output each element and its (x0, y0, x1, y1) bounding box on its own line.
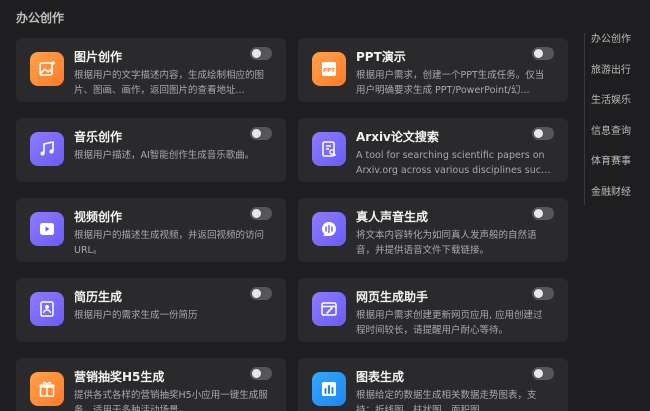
card-title: PPT演示 (356, 50, 406, 64)
enable-toggle[interactable] (250, 287, 272, 300)
side-nav-item-office[interactable]: 办公创作 (591, 33, 631, 64)
gift-icon (30, 372, 64, 406)
enable-toggle[interactable] (532, 367, 554, 380)
enable-toggle[interactable] (532, 207, 554, 220)
card-title: 图表生成 (356, 370, 405, 384)
plugin-card-webpage[interactable]: 网页生成助手 根据用户需求创建更新网页应用, 应用创建过程时间较长，请提醒用户耐… (298, 278, 568, 342)
plugin-card-chart[interactable]: 图表生成 根据给定的数据生成相关数据走势图表，支持：折线图、柱状图、面积图 (298, 358, 568, 411)
enable-toggle[interactable] (532, 47, 554, 60)
resume-icon (30, 292, 64, 326)
enable-toggle[interactable] (250, 367, 272, 380)
plugin-card-music[interactable]: 音乐创作 根据用户描述，AI智能创作生成音乐歌曲。 (16, 118, 286, 182)
card-desc: 根据用户描述，AI智能创作生成音乐歌曲。 (74, 150, 255, 161)
enable-toggle[interactable] (250, 47, 272, 60)
side-nav-item-sports[interactable]: 体育赛事 (591, 155, 631, 186)
bar-chart-icon (312, 372, 346, 406)
card-desc: 根据用户的需求生成一份简历 (74, 310, 198, 321)
section-title: 办公创作 (16, 11, 65, 25)
enable-toggle[interactable] (532, 287, 554, 300)
enable-toggle[interactable] (532, 127, 554, 140)
card-title: 简历生成 (74, 290, 123, 304)
card-desc: A tool for searching scientific papers o… (356, 150, 548, 176)
plugin-card-image[interactable]: 图片创作 根据用户的文字描述内容，生成绘制相应的图片、图画、画作，返回图片的查看… (16, 38, 286, 102)
card-desc: 根据用户的文字描述内容，生成绘制相应的图片、图画、画作，返回图片的查看地址... (74, 70, 265, 96)
card-title: 音乐创作 (74, 130, 123, 144)
card-desc: 提供各式各样的营销抽奖H5小应用一键生成服务，适用于多种活动场景。 (74, 390, 268, 411)
music-note-icon (30, 132, 64, 166)
category-side-nav: 办公创作 旅游出行 生活娱乐 信息查询 体育赛事 金融财经 (584, 33, 631, 205)
card-title: Arxiv论文搜索 (356, 130, 439, 144)
plugin-card-voice[interactable]: 真人声音生成 将文本内容转化为如同真人发声般的自然语音，并提供语音文件下载链接。 (298, 198, 568, 262)
card-title: 视频创作 (74, 210, 123, 224)
webpage-edit-icon (312, 292, 346, 326)
image-create-icon (30, 52, 64, 86)
card-title: 营销抽奖H5生成 (74, 370, 165, 384)
plugin-card-arxiv[interactable]: Arxiv论文搜索 A tool for searching scientifi… (298, 118, 568, 182)
card-title: 网页生成助手 (356, 290, 429, 304)
side-nav-item-finance[interactable]: 金融财经 (591, 186, 631, 217)
enable-toggle[interactable] (250, 127, 272, 140)
side-nav-item-life[interactable]: 生活娱乐 (591, 94, 631, 125)
enable-toggle[interactable] (250, 207, 272, 220)
plugin-grid: 图片创作 根据用户的文字描述内容，生成绘制相应的图片、图画、画作，返回图片的查看… (16, 38, 570, 411)
ppt-icon-label: PPT (323, 68, 335, 74)
card-title: 真人声音生成 (356, 210, 429, 224)
side-nav-item-info[interactable]: 信息查询 (591, 125, 631, 156)
voice-wave-icon (312, 212, 346, 246)
paper-search-icon (312, 132, 346, 166)
plugin-card-lottery[interactable]: 营销抽奖H5生成 提供各式各样的营销抽奖H5小应用一键生成服务，适用于多种活动场… (16, 358, 286, 411)
side-nav-item-travel[interactable]: 旅游出行 (591, 64, 631, 95)
card-desc: 将文本内容转化为如同真人发声般的自然语音，并提供语音文件下载链接。 (356, 230, 537, 256)
card-desc: 根据用户需求，创建一个PPT生成任务。仅当用户明确要求生成 PPT/PowerP… (356, 70, 545, 96)
ppt-icon: PPT (312, 52, 346, 86)
card-desc: 根据用户需求创建更新网页应用, 应用创建过程时间较长，请提醒用户耐心等待。 (356, 310, 543, 336)
plugin-page: 办公创作 图片创作 根据用户的文字描述内容，生成绘制相应的图片、图画、画作，返回… (0, 0, 650, 411)
video-play-icon (30, 212, 64, 246)
plugin-card-resume[interactable]: 简历生成 根据用户的需求生成一份简历 (16, 278, 286, 342)
card-desc: 根据用户的描述生成视频，并返回视频的访问URL。 (74, 230, 265, 256)
card-title: 图片创作 (74, 50, 123, 64)
plugin-card-video[interactable]: 视频创作 根据用户的描述生成视频，并返回视频的访问URL。 (16, 198, 286, 262)
card-desc: 根据给定的数据生成相关数据走势图表，支持：折线图、柱状图、面积图 (356, 390, 537, 411)
plugin-card-ppt[interactable]: PPT PPT演示 根据用户需求，创建一个PPT生成任务。仅当用户明确要求生成 … (298, 38, 568, 102)
